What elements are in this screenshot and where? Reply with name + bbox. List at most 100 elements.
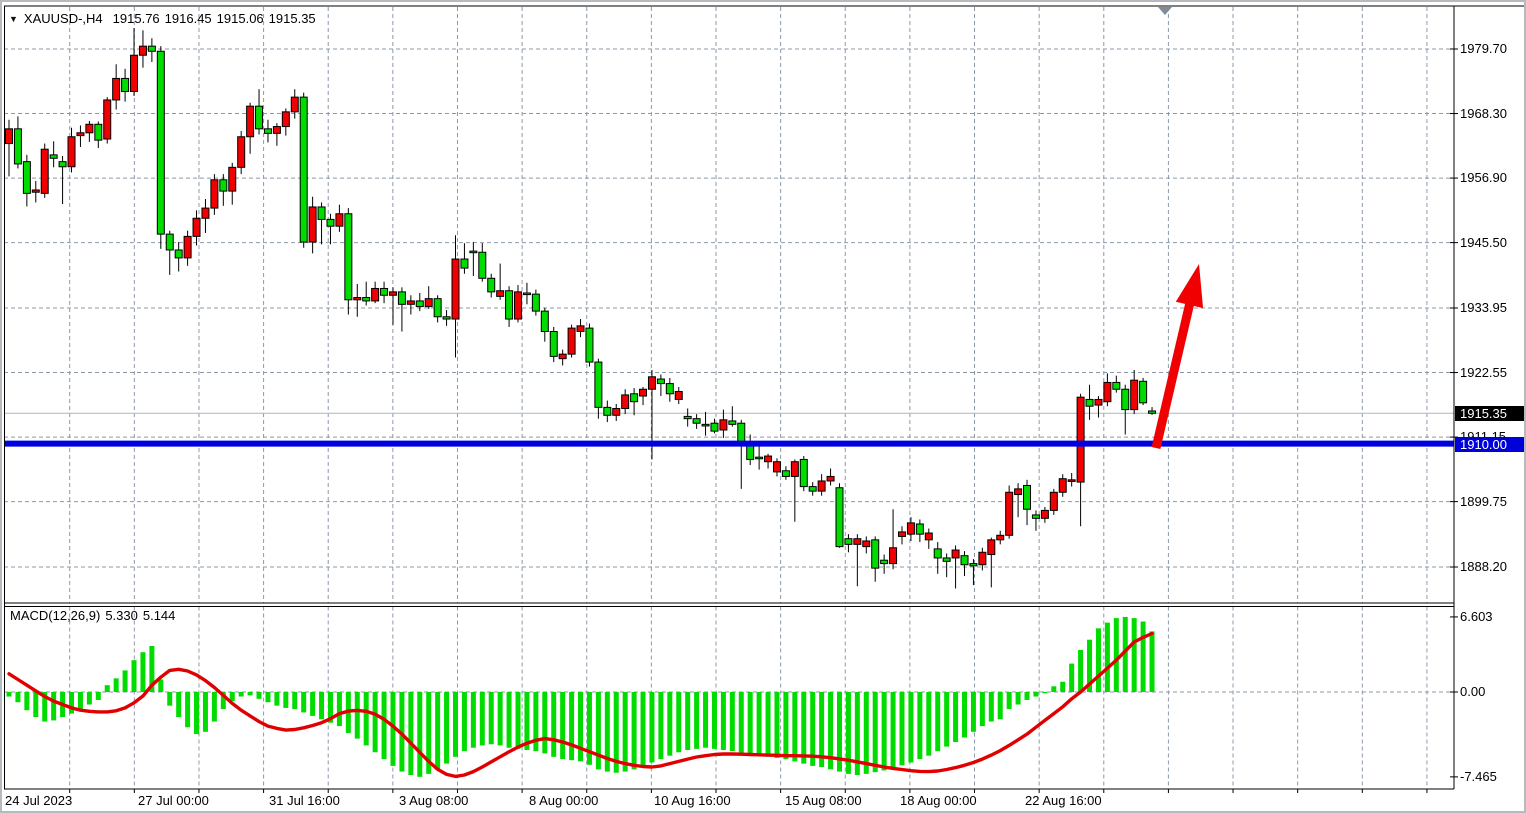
candle-body [702, 424, 709, 426]
candle-body [934, 549, 941, 558]
macd-histogram-bar [1114, 618, 1119, 692]
macd-histogram-bar [873, 692, 878, 772]
bid-price-tag: 1915.35 [1455, 406, 1524, 421]
macd-histogram-bar [676, 692, 681, 752]
macd-histogram-bar [801, 692, 806, 764]
macd-histogram-bar [15, 692, 20, 702]
macd-histogram-bar [132, 660, 137, 692]
macd-histogram-bar [248, 692, 253, 695]
candle-body [166, 234, 173, 250]
candle-body [157, 51, 164, 234]
candle-body [666, 384, 673, 394]
candle-body [613, 408, 620, 415]
macd-histogram-bar [24, 692, 29, 710]
candle-body [425, 299, 432, 307]
candle-body [827, 476, 834, 481]
candle-body [523, 293, 530, 295]
macd-histogram-bar [194, 692, 199, 734]
candle-body [1104, 382, 1111, 401]
macd-histogram-bar [1069, 664, 1074, 692]
macd-histogram-bar [694, 692, 699, 749]
candle-body [675, 392, 682, 400]
candle-body [1131, 380, 1138, 409]
candle-body [139, 46, 146, 55]
candle-body [863, 541, 870, 547]
macd-histogram-bar [1007, 692, 1012, 709]
macd-histogram-bar [123, 670, 128, 692]
candle-body [988, 540, 995, 555]
candle-body [461, 259, 468, 268]
candle-body [782, 471, 789, 477]
macd-histogram-bar [998, 692, 1003, 719]
macd-histogram-bar [408, 692, 413, 775]
candle-body [416, 301, 423, 307]
candle-body [1149, 411, 1156, 413]
close-value: 1915.35 [269, 11, 316, 26]
macd-histogram-bar [667, 692, 672, 756]
candle-body [1041, 510, 1048, 518]
candle-body [979, 552, 986, 564]
chart-title: ▼XAUUSD-,H41915.761916.451915.061915.35 [9, 11, 321, 26]
macd-histogram-bar [721, 692, 726, 750]
symbol-dropdown-icon[interactable]: ▼ [9, 14, 18, 24]
macd-indicator-label: MACD(12,26,9)5.3305.144 [10, 608, 180, 623]
candle-body [943, 558, 950, 561]
candle-body [1006, 492, 1013, 535]
candle-body [845, 539, 852, 545]
macd-histogram-bar [301, 692, 306, 712]
candle-body [738, 423, 745, 443]
macd-histogram-bar [712, 692, 717, 749]
candle-body [59, 162, 66, 167]
candle-body [568, 328, 575, 354]
candle-body [238, 137, 245, 168]
macd-histogram-bar [730, 692, 735, 751]
candle-body [32, 190, 39, 192]
candle-body [604, 407, 611, 415]
macd-histogram-bar [87, 692, 92, 705]
candle-body [881, 560, 888, 563]
macd-histogram-bar [685, 692, 690, 750]
candle-body [291, 97, 298, 112]
candle-body [506, 291, 513, 319]
macd-histogram-bar [783, 692, 788, 759]
candle-body [791, 462, 798, 477]
candle-body [1068, 480, 1075, 482]
chart-window: ▼XAUUSD-,H41915.761916.451915.061915.35 … [0, 0, 1526, 813]
candle-body [41, 149, 48, 193]
macd-histogram-bar [917, 692, 922, 759]
macd-histogram-bar [274, 692, 279, 706]
price-chart-canvas[interactable] [2, 2, 1526, 813]
candle-body [693, 419, 700, 424]
candle-body [997, 535, 1004, 540]
candle-body [345, 214, 352, 300]
symbol-period-label: XAUUSD-,H4 [24, 11, 103, 26]
macd-histogram-bar [33, 692, 38, 717]
candle-body [470, 251, 477, 253]
macd-histogram-bar [319, 692, 324, 719]
candle-body [854, 539, 861, 545]
macd-histogram-bar [891, 692, 896, 768]
macd-histogram-bar [623, 692, 628, 772]
macd-histogram-bar [971, 692, 976, 732]
candle-body [282, 112, 289, 127]
macd-histogram-bar [185, 692, 190, 727]
macd-histogram-bar [239, 692, 244, 697]
macd-histogram-bar [265, 692, 270, 702]
candle-body [631, 394, 638, 402]
macd-histogram-bar [292, 692, 297, 709]
candle-body [247, 106, 254, 137]
macd-histogram-bar [69, 692, 74, 714]
macd-histogram-bar [542, 692, 547, 753]
macd-histogram-bar [757, 692, 762, 756]
macd-histogram-bar [1096, 628, 1101, 692]
candle-body [50, 155, 57, 158]
macd-histogram-bar [417, 692, 422, 777]
candle-body [952, 550, 959, 558]
candle-body [229, 167, 236, 191]
up-arrow-head[interactable] [1176, 264, 1203, 308]
macd-histogram-bar [1025, 692, 1030, 700]
macd-histogram-bar [926, 692, 931, 756]
up-arrow-shaft[interactable] [1156, 299, 1191, 448]
candle-body [515, 292, 522, 319]
macd-histogram-bar [748, 692, 753, 755]
